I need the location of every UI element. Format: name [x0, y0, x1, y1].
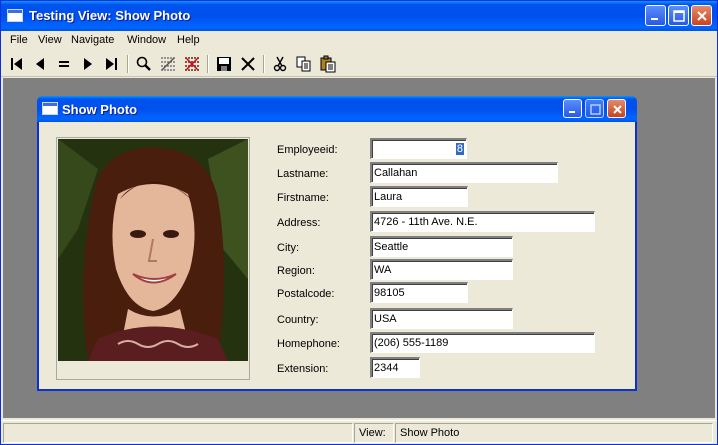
employeeid-value: 8 [455, 143, 464, 155]
previous-record-button[interactable] [30, 54, 50, 74]
minimize-icon [569, 111, 575, 113]
filter-button[interactable] [158, 54, 178, 74]
menu-navigate[interactable]: Navigate [71, 34, 114, 46]
child-maximize-button[interactable] [585, 99, 604, 118]
minimize-icon [651, 18, 658, 20]
child-window-title: Show Photo [62, 102, 138, 117]
toolbar-separator [127, 55, 129, 73]
status-view-label: View: [354, 423, 394, 443]
window-title: Testing View: Show Photo [29, 8, 191, 23]
clear-filter-icon [185, 57, 199, 71]
menu-file[interactable]: File [10, 34, 28, 46]
child-close-button[interactable] [607, 99, 626, 118]
maximize-icon [673, 10, 685, 22]
country-label: Country: [277, 314, 319, 326]
statusbar: View: Show Photo [1, 420, 717, 444]
clear-filter-button[interactable] [182, 54, 202, 74]
minimize-button[interactable] [645, 5, 666, 26]
lastname-field[interactable]: Callahan [370, 162, 558, 183]
next-record-button[interactable] [78, 54, 98, 74]
city-field[interactable]: Seattle [370, 236, 513, 257]
last-record-icon [106, 58, 117, 70]
paste-button[interactable] [318, 54, 338, 74]
toolbar-separator [263, 55, 265, 73]
equals-icon [59, 61, 69, 67]
extension-label: Extension: [277, 363, 329, 375]
child-minimize-button[interactable] [563, 99, 582, 118]
previous-record-icon [36, 58, 44, 70]
photo-frame [56, 137, 250, 380]
status-view-value: Show Photo [395, 423, 713, 443]
close-icon [697, 11, 707, 21]
menu-view[interactable]: View [38, 34, 62, 46]
next-record-icon [84, 58, 92, 70]
firstname-label: Firstname: [277, 192, 329, 204]
address-field[interactable]: 4726 - 11th Ave. N.E. [370, 211, 595, 232]
delete-icon [241, 57, 255, 71]
cut-icon [273, 56, 287, 72]
toolbar-separator [207, 55, 209, 73]
search-icon [136, 56, 151, 71]
menubar: File View Navigate Window Help [1, 31, 717, 50]
window-icon [42, 102, 58, 115]
paste-icon [320, 55, 336, 73]
homephone-label: Homephone: [277, 338, 340, 350]
first-record-button[interactable] [6, 54, 26, 74]
copy-button[interactable] [294, 54, 314, 74]
close-icon [613, 105, 622, 114]
employee-photo [58, 139, 248, 361]
region-label: Region: [277, 265, 315, 277]
portrait-image [58, 139, 248, 361]
menu-help[interactable]: Help [177, 34, 200, 46]
homephone-field[interactable]: (206) 555-1189 [370, 332, 595, 353]
last-record-button[interactable] [102, 54, 122, 74]
show-photo-window: Show Photo Employeeid: 8 Lastname: Calla… [37, 96, 637, 391]
close-button[interactable] [691, 5, 712, 26]
country-field[interactable]: USA [370, 308, 513, 329]
address-label: Address: [277, 217, 321, 229]
menu-window[interactable]: Window [127, 34, 166, 46]
mdi-client-area: Show Photo Employeeid: 8 Lastname: Calla… [3, 78, 715, 418]
save-button[interactable] [214, 54, 234, 74]
filter-icon [161, 57, 175, 71]
cut-button[interactable] [270, 54, 290, 74]
postalcode-field[interactable]: 98105 [370, 282, 468, 303]
firstname-field[interactable]: Laura [370, 186, 468, 207]
region-field[interactable]: WA [370, 259, 513, 280]
maximize-button[interactable] [668, 5, 689, 26]
save-icon [217, 57, 231, 71]
child-titlebar[interactable]: Show Photo [37, 96, 637, 122]
delete-button[interactable] [238, 54, 258, 74]
first-record-icon [11, 58, 22, 70]
equals-button[interactable] [54, 54, 74, 74]
employeeid-field[interactable]: 8 [370, 138, 467, 159]
status-pane-main [3, 423, 353, 443]
main-titlebar[interactable]: Testing View: Show Photo [1, 1, 717, 31]
maximize-icon [590, 104, 601, 115]
app-icon [7, 9, 23, 22]
employeeid-label: Employeeid: [277, 144, 338, 156]
postalcode-label: Postalcode: [277, 288, 335, 300]
extension-field[interactable]: 2344 [370, 357, 420, 378]
search-button[interactable] [134, 54, 154, 74]
lastname-label: Lastname: [277, 168, 329, 180]
copy-icon [296, 56, 311, 72]
main-window: Testing View: Show Photo File View Navig… [0, 0, 718, 445]
city-label: City: [277, 242, 299, 254]
toolbar [1, 51, 717, 77]
